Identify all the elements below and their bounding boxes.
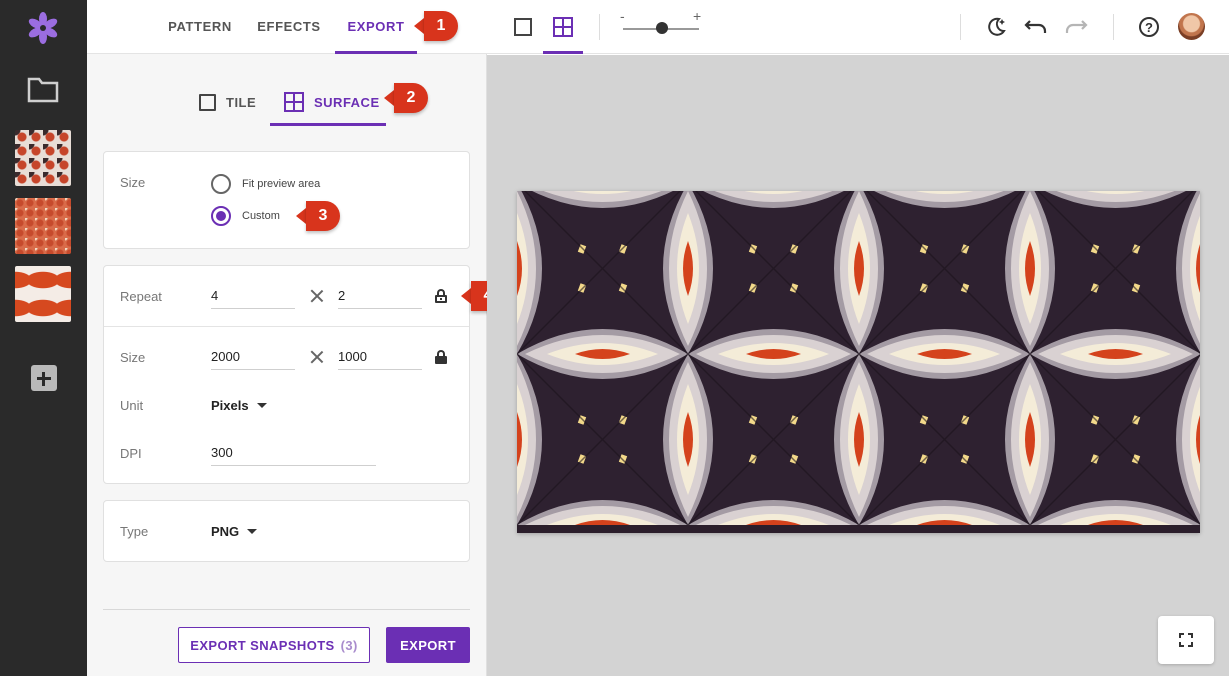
dpi-input[interactable]: 300 bbox=[211, 438, 376, 466]
callout-badge: 2 bbox=[384, 83, 428, 113]
size-pixels-label: Size bbox=[120, 350, 146, 365]
zoom-slider-handle[interactable] bbox=[656, 22, 668, 34]
logo-icon[interactable] bbox=[25, 10, 61, 46]
zoom-in-icon[interactable]: + bbox=[693, 8, 701, 24]
callout-number: 1 bbox=[424, 11, 458, 41]
grid-icon bbox=[284, 92, 304, 112]
fullscreen-icon-corner bbox=[1188, 642, 1193, 647]
fit-preview-radio[interactable] bbox=[211, 174, 231, 194]
dark-mode-icon[interactable] bbox=[983, 14, 1009, 40]
type-label: Type bbox=[120, 524, 149, 539]
fullscreen-icon-corner bbox=[1179, 642, 1184, 647]
export-snapshots-button[interactable]: EXPORT SNAPSHOTS (3) bbox=[178, 627, 370, 663]
pattern-thumbnail[interactable] bbox=[15, 130, 71, 186]
tab-effects[interactable]: EFFECTS bbox=[256, 0, 322, 54]
pattern-preview-image bbox=[517, 191, 1200, 525]
pattern-preview bbox=[517, 191, 1200, 533]
dpi-label: DPI bbox=[120, 446, 142, 461]
tab-pattern[interactable]: PATTERN bbox=[167, 0, 233, 54]
lock-closed-icon[interactable] bbox=[435, 350, 447, 364]
type-dropdown[interactable]: PNG bbox=[211, 524, 258, 539]
unit-value: Pixels bbox=[211, 398, 249, 413]
caret-down-icon bbox=[256, 403, 267, 408]
divider bbox=[599, 14, 600, 40]
unit-dropdown[interactable]: Pixels bbox=[211, 398, 267, 413]
callout-badge: 1 bbox=[414, 11, 458, 41]
preview-toolbar: - + ? bbox=[487, 0, 1229, 54]
grid-icon bbox=[553, 17, 573, 37]
repeat-x-input[interactable]: 4 bbox=[211, 281, 295, 309]
undo-icon[interactable] bbox=[1023, 14, 1049, 40]
tile-icon bbox=[199, 93, 216, 111]
preview-canvas bbox=[487, 55, 1229, 676]
fullscreen-button[interactable] bbox=[1158, 616, 1214, 664]
surface-view-button[interactable] bbox=[543, 0, 583, 54]
zoom-out-icon[interactable]: - bbox=[620, 8, 625, 24]
unit-label: Unit bbox=[120, 398, 144, 413]
app-sidebar bbox=[0, 0, 87, 676]
tile-view-icon[interactable] bbox=[514, 18, 532, 36]
help-icon[interactable]: ? bbox=[1139, 17, 1159, 37]
type-value: PNG bbox=[211, 524, 240, 539]
size-label: Size bbox=[120, 175, 146, 190]
tab-export[interactable]: EXPORT bbox=[335, 0, 417, 54]
subtab-surface[interactable]: SURFACE bbox=[270, 78, 386, 126]
folder-icon[interactable] bbox=[27, 75, 59, 103]
pattern-thumbnail[interactable] bbox=[15, 198, 71, 254]
callout-number: 2 bbox=[394, 83, 428, 113]
width-input[interactable]: 2000 bbox=[211, 342, 295, 370]
file-type-card: Type PNG bbox=[103, 500, 470, 562]
subtab-tile[interactable]: TILE bbox=[199, 78, 279, 126]
add-pattern-icon[interactable] bbox=[31, 365, 57, 391]
export-button[interactable]: EXPORT bbox=[386, 627, 470, 663]
redo-icon[interactable] bbox=[1063, 14, 1089, 40]
caret-down-icon bbox=[247, 529, 258, 534]
custom-label: Custom bbox=[242, 210, 280, 222]
custom-radio[interactable] bbox=[211, 206, 231, 226]
callout-badge: 3 bbox=[296, 201, 340, 231]
fullscreen-icon-corner bbox=[1188, 633, 1193, 638]
divider bbox=[104, 326, 469, 327]
export-snapshots-label: EXPORT SNAPSHOTS bbox=[190, 637, 335, 653]
snapshot-count: (3) bbox=[340, 637, 358, 653]
callout-number: 3 bbox=[306, 201, 340, 231]
multiply-icon bbox=[310, 289, 324, 303]
divider bbox=[960, 14, 961, 40]
repeat-y-input[interactable]: 2 bbox=[338, 281, 422, 309]
pattern-thumbnail[interactable] bbox=[15, 266, 71, 322]
subtab-surface-label: SURFACE bbox=[314, 94, 380, 110]
fit-preview-label: Fit preview area bbox=[242, 178, 321, 190]
repeat-label: Repeat bbox=[120, 289, 162, 304]
dimensions-card: Repeat 4 2 Size 2000 1000 Unit Pixels DP… bbox=[103, 265, 470, 484]
fullscreen-icon bbox=[1179, 633, 1184, 638]
lock-open-icon[interactable] bbox=[435, 289, 447, 303]
subtab-tile-label: TILE bbox=[226, 94, 257, 110]
footer-divider bbox=[103, 609, 470, 610]
size-mode-card: Size Fit preview area Custom bbox=[103, 151, 470, 249]
multiply-icon bbox=[310, 350, 324, 364]
avatar[interactable] bbox=[1178, 13, 1205, 40]
height-input[interactable]: 1000 bbox=[338, 342, 422, 370]
divider bbox=[1113, 14, 1114, 40]
